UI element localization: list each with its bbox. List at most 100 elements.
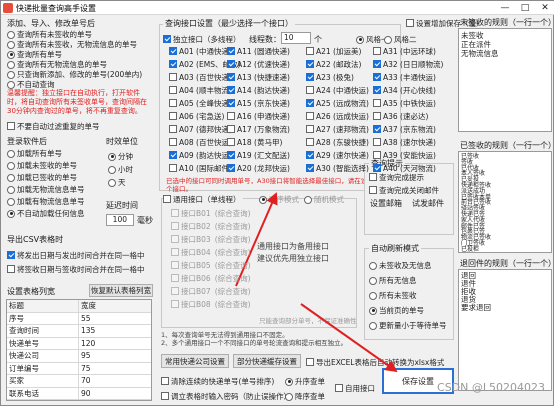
reset-col-width-button[interactable]: 恢复默认表格列宽	[89, 284, 153, 297]
general-api-checkbox-3[interactable]: 接口B03 (综合查询)	[171, 234, 251, 244]
channel-checkbox-2-1[interactable]: A13 (快捷速递)	[227, 72, 290, 82]
login-option-radio-1[interactable]: 加载所有单号	[7, 148, 62, 159]
unsigned-rules-textarea[interactable]: 未签收 正在派件 无物流信息	[458, 28, 552, 132]
login-option-radio-2[interactable]: 加载未签收的单号	[7, 160, 77, 171]
channel-checkbox-0-0[interactable]: A01 (中通快递)	[169, 46, 232, 56]
channel-checkbox-8-0[interactable]: A09 (韵达快运)	[169, 150, 232, 160]
foot-note-1: 1、每次查询单号无法得到通用接口不固定。	[161, 331, 289, 339]
time-unit-radio-2[interactable]: 小时	[108, 164, 133, 175]
table-row[interactable]: 查询时间 135	[7, 325, 151, 338]
maximize-button[interactable]: □	[515, 1, 535, 15]
table-row[interactable]: 订单编号 75	[7, 362, 151, 375]
general-api-checkbox-8[interactable]: 接口B08 (综合查询)	[171, 299, 251, 309]
channel-checkbox-3-0[interactable]: A04 (顺丰物流)	[169, 85, 232, 95]
random-mode-radio[interactable]: 随机模式	[304, 194, 344, 205]
test-mail-link[interactable]: 试发邮件	[412, 198, 444, 209]
csv-option-checkbox-2[interactable]: 将签收日期与签收时间合并在同一格中	[7, 264, 145, 274]
channel-checkbox-7-0[interactable]: A08 (百世快运)	[169, 137, 232, 147]
desc-order-radio[interactable]: 降序查单	[285, 391, 325, 402]
channel-checkbox-9-0[interactable]: A10 (国际邮件)	[169, 163, 232, 173]
login-option-radio-5[interactable]: 加载有物流信息单号	[7, 196, 85, 207]
channel-checkbox-8-3[interactable]: A39 (安能快运)	[373, 150, 436, 160]
channel-checkbox-8-1[interactable]: A19 (汇文配送)	[227, 150, 290, 160]
refresh-option-radio-5[interactable]: 更新量小于等待单号	[369, 320, 447, 331]
channel-checkbox-4-1[interactable]: A15 (京东快递)	[227, 98, 290, 108]
table-row[interactable]: 联系电话 90	[7, 387, 151, 400]
general-api-checkbox-4[interactable]: 接口B04 (综合查询)	[171, 247, 251, 257]
refresh-option-radio-1[interactable]: 未签收及无信息	[369, 260, 432, 271]
export-excel-checkbox[interactable]: 导出EXCEL表格后自动转换为xlsx格式	[306, 357, 444, 367]
channel-checkbox-6-0[interactable]: A07 (德邦快递)	[169, 124, 232, 134]
channel-checkbox-0-1[interactable]: A11 (圆通快递)	[227, 46, 290, 56]
time-unit-radio-3[interactable]: 天	[108, 177, 126, 188]
channel-checkbox-1-3[interactable]: A32 (日日顺物流)	[373, 59, 443, 69]
query-close-mail-checkbox[interactable]: 查询完成关闭邮件	[369, 185, 439, 195]
channel-checkbox-6-3[interactable]: A37 (京东物流)	[373, 124, 436, 134]
channel-checkbox-7-3[interactable]: A38 (速尔快递)	[373, 137, 436, 147]
add-option-radio-6[interactable]: 不自动查询	[7, 79, 55, 90]
delay-input[interactable]: 100	[106, 214, 134, 226]
order-mode-radio[interactable]: 顺序模式	[259, 194, 299, 205]
table-row[interactable]: 快递公司 95	[7, 350, 151, 363]
channel-checkbox-6-1[interactable]: A17 (万象物流)	[227, 124, 290, 134]
channel-checkbox-4-2[interactable]: A25 (远成物流)	[306, 98, 369, 108]
channel-checkbox-1-1[interactable]: A12 (优速快递)	[227, 59, 290, 69]
threads-input[interactable]: 10	[281, 32, 311, 44]
channel-checkbox-3-2[interactable]: A24 (中通快运)	[306, 85, 369, 95]
csv-option-checkbox-1[interactable]: 将发出日期与发出时间合并在同一格中	[7, 250, 145, 260]
refresh-option-radio-3[interactable]: 所有未签收	[369, 290, 417, 301]
general-api-checkbox-2[interactable]: 接口B02 (综合查询)	[171, 221, 251, 231]
channel-checkbox-9-2[interactable]: A30 (智能选择)	[306, 163, 369, 173]
threads-unit: 个	[314, 35, 322, 44]
auto-filter-checkbox[interactable]: 不要自动过滤重复的单号	[7, 121, 100, 131]
channel-checkbox-0-3[interactable]: A31 (中远环球)	[373, 46, 436, 56]
general-api-checkbox-1[interactable]: 接口B01 (综合查询)	[171, 208, 251, 218]
general-api-checkbox-6[interactable]: 接口B06 (综合查询)	[171, 273, 251, 283]
split-cache-button[interactable]: 部分快递缓存设置	[233, 354, 301, 368]
channel-checkbox-5-1[interactable]: A16 (申通快递)	[227, 111, 290, 121]
general-api-checkbox-5[interactable]: 接口B05 (综合查询)	[171, 260, 251, 270]
refresh-option-radio-4[interactable]: 当前页的单号	[369, 305, 424, 316]
style-two-radio[interactable]: 风格二	[384, 34, 417, 45]
asc-order-radio[interactable]: 升序查单	[285, 376, 325, 387]
channel-checkbox-9-1[interactable]: A20 (龙邦快运)	[227, 163, 290, 173]
self-api-checkbox[interactable]: 自用接口	[335, 383, 375, 393]
table-row[interactable]: 快递单号 120	[7, 337, 151, 350]
common-express-button[interactable]: 常用快递公司设置	[161, 354, 229, 368]
login-option-radio-4[interactable]: 加载无物流信息单号	[7, 184, 85, 195]
table-row[interactable]: 买家 70	[7, 375, 151, 388]
channel-checkbox-3-3[interactable]: A34 (开心快线)	[373, 85, 436, 95]
channel-checkbox-9-3[interactable]: A40 (天河物流)	[373, 163, 436, 173]
channel-checkbox-4-3[interactable]: A35 (中铁快运)	[373, 98, 436, 108]
general-checkbox[interactable]: 通用接口（单线程）	[163, 194, 243, 204]
channel-checkbox-7-1[interactable]: A18 (黄马甲)	[227, 137, 282, 147]
channel-checkbox-2-2[interactable]: A23 (极兔)	[306, 72, 354, 82]
channel-checkbox-5-0[interactable]: A06 (宅急送)	[169, 111, 224, 121]
return-rules-textarea[interactable]: 退回 退件 拒收 退货 要求退回	[458, 269, 552, 391]
channel-checkbox-1-2[interactable]: A22 (邮政法)	[306, 59, 361, 69]
independent-checkbox[interactable]: 独立接口（多线程）	[163, 34, 241, 44]
channel-checkbox-4-0[interactable]: A05 (全峰快递)	[169, 98, 232, 108]
channel-checkbox-6-2[interactable]: A27 (速邦物流)	[306, 124, 369, 134]
channel-checkbox-5-3[interactable]: A36 (速必达)	[373, 111, 428, 121]
minimize-button[interactable]: —	[495, 1, 515, 15]
channel-checkbox-2-0[interactable]: A03 (百世快递)	[169, 72, 232, 82]
login-option-radio-3[interactable]: 加载已签收的单号	[7, 172, 77, 183]
channel-checkbox-7-2[interactable]: A28 (东骏快捷)	[306, 137, 369, 147]
query-complete-checkbox[interactable]: 查询完成提示	[369, 172, 424, 182]
channel-checkbox-3-1[interactable]: A14 (韵达快递)	[227, 85, 290, 95]
refresh-option-radio-2[interactable]: 所有无信息	[369, 275, 417, 286]
channel-checkbox-5-2[interactable]: A26 (远成快运)	[306, 111, 369, 121]
channel-checkbox-8-2[interactable]: A29 (速尔快递)	[306, 150, 369, 160]
clean-repeat-checkbox[interactable]: 清除连续的快递单号(单号排序)	[161, 376, 274, 386]
general-api-checkbox-7[interactable]: 接口B07 (综合查询)	[171, 286, 251, 296]
set-mail-link[interactable]: 设置邮箱	[370, 198, 402, 209]
time-unit-radio-1[interactable]: 分钟	[108, 151, 133, 162]
table-row[interactable]: 序号 55	[7, 312, 151, 325]
login-option-radio-6[interactable]: 不自动加载任何信息	[7, 208, 85, 219]
channel-checkbox-2-3[interactable]: A33 (丰通快运)	[373, 72, 436, 82]
close-button[interactable]: ✕	[535, 1, 554, 15]
password-checkbox[interactable]: 调立表格时输入密码（防止误操作）	[161, 391, 291, 401]
channel-checkbox-0-2[interactable]: A21 (加运美)	[306, 46, 361, 56]
signed-rules-textarea[interactable]: 已签收 签收 已代收 本人签收 已妥投 快递柜签收 派送成功 已签收本单 前台已签收 驿站签收 快递…	[458, 151, 552, 253]
